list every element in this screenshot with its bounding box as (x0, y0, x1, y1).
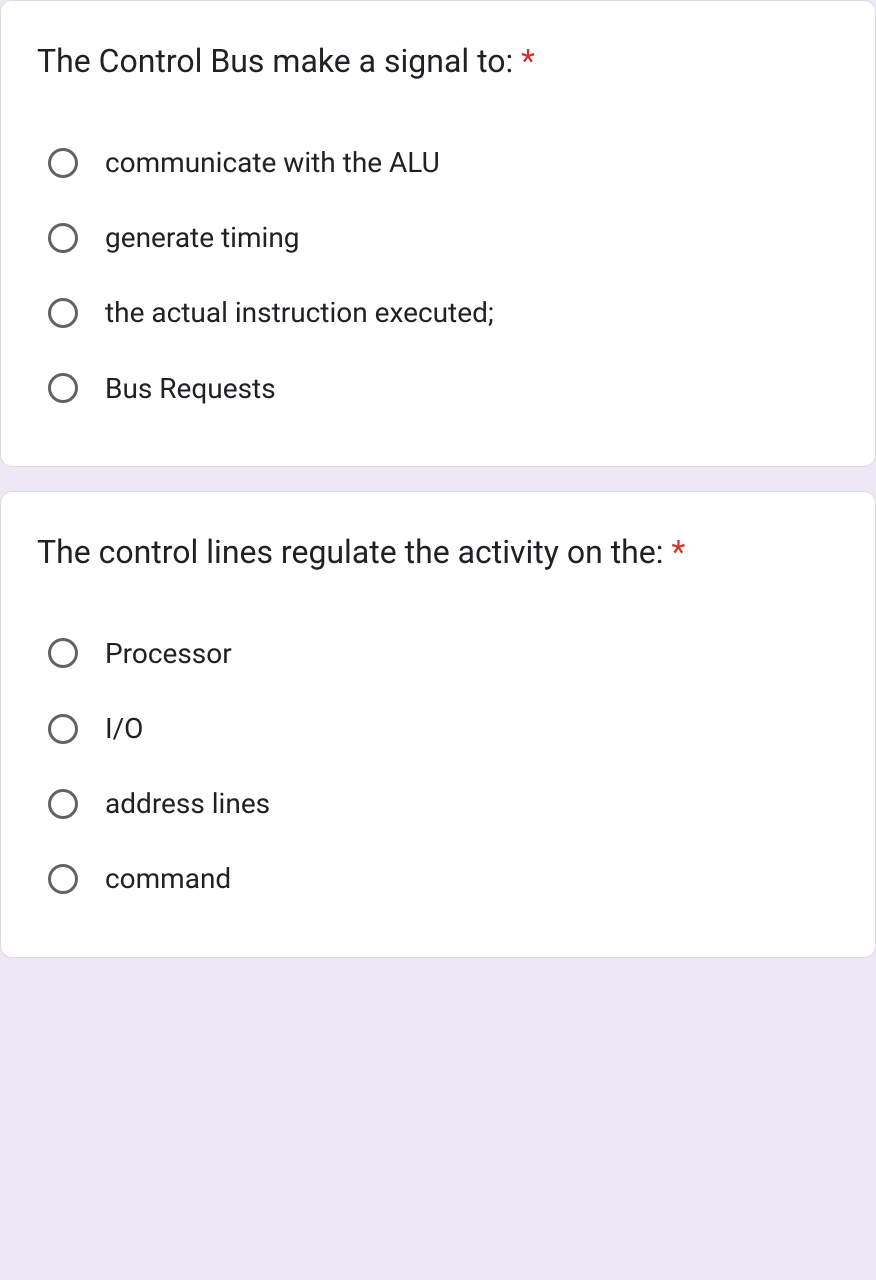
option-label: Bus Requests (105, 369, 276, 408)
radio-unchecked-icon (45, 711, 81, 747)
question-text: The control lines regulate the activity … (37, 533, 664, 571)
option-label: command (105, 859, 231, 898)
option-label: generate timing (105, 218, 300, 257)
question-card-1: The Control Bus make a signal to: * comm… (0, 0, 876, 467)
radio-option[interactable]: command (37, 841, 839, 916)
required-indicator: * (671, 533, 685, 571)
question-title: The control lines regulate the activity … (37, 528, 839, 576)
radio-unchecked-icon (45, 370, 81, 406)
radio-option[interactable]: Bus Requests (37, 351, 839, 426)
radio-option[interactable]: the actual instruction executed; (37, 275, 839, 350)
radio-option[interactable]: generate timing (37, 200, 839, 275)
question-card-2: The control lines regulate the activity … (0, 491, 876, 958)
question-title: The Control Bus make a signal to: * (37, 37, 839, 85)
option-label: address lines (105, 784, 270, 823)
radio-unchecked-icon (45, 861, 81, 897)
option-label: I/O (105, 709, 143, 748)
option-label: the actual instruction executed; (105, 293, 494, 332)
options-group-1: communicate with the ALU generate timing… (37, 125, 839, 426)
radio-unchecked-icon (45, 220, 81, 256)
radio-unchecked-icon (45, 786, 81, 822)
required-indicator: * (521, 42, 535, 80)
radio-option[interactable]: I/O (37, 691, 839, 766)
radio-option[interactable]: communicate with the ALU (37, 125, 839, 200)
radio-option[interactable]: Processor (37, 616, 839, 691)
radio-unchecked-icon (45, 145, 81, 181)
radio-option[interactable]: address lines (37, 766, 839, 841)
question-text: The Control Bus make a signal to: (37, 42, 513, 80)
options-group-2: Processor I/O address lines command (37, 616, 839, 917)
radio-unchecked-icon (45, 635, 81, 671)
option-label: communicate with the ALU (105, 143, 440, 182)
radio-unchecked-icon (45, 295, 81, 331)
option-label: Processor (105, 634, 232, 673)
